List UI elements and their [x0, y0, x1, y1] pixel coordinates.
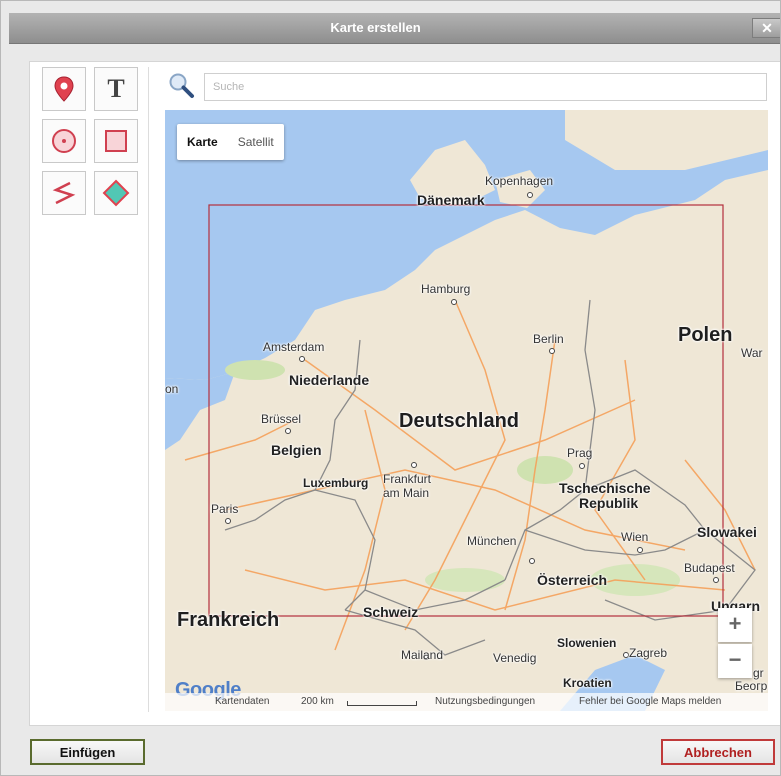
city-dot [299, 356, 305, 362]
city-label: Budapest [684, 561, 735, 575]
country-label: War [741, 346, 763, 360]
country-label: Niederlande [289, 372, 370, 388]
insert-button[interactable]: Einfügen [30, 739, 145, 765]
zoom-in-button[interactable]: + [718, 608, 752, 642]
city-label: Berlin [533, 332, 564, 346]
city-label: Hamburg [421, 282, 471, 296]
city-dot [579, 463, 585, 469]
city-dot [637, 547, 643, 553]
attribution-report-link[interactable]: Fehler bei Google Maps melden [579, 696, 721, 707]
attribution-terms-link[interactable]: Nutzungsbedingungen [435, 696, 535, 707]
country-label: Беогр [735, 679, 768, 693]
text-tool-button[interactable]: T [94, 67, 138, 111]
rectangle-icon [105, 130, 127, 152]
city-label: Mailand [401, 648, 444, 662]
circle-tool-button[interactable] [42, 119, 86, 163]
city-label: Zagreb [629, 646, 668, 660]
city-dot [713, 577, 719, 583]
city-label: Wien [621, 530, 649, 544]
scale-bar [347, 701, 417, 706]
search-input[interactable] [204, 73, 767, 101]
cancel-button[interactable]: Abbrechen [661, 739, 775, 765]
scale-label: 200 km [301, 696, 334, 707]
map-type-map-button[interactable]: Karte [177, 124, 228, 160]
city-dot [285, 428, 291, 434]
country-label: Slowakei [697, 524, 757, 540]
search-icon[interactable] [167, 71, 195, 99]
polygon-icon [102, 179, 130, 207]
country-label: Luxemburg [303, 476, 369, 490]
polygon-tool-button[interactable] [94, 171, 138, 215]
zoom-out-button[interactable]: − [718, 644, 752, 678]
city-dot [451, 299, 457, 305]
close-button[interactable]: ✕ [752, 18, 780, 38]
city-label: Prag [567, 446, 593, 460]
circle-icon [52, 129, 76, 153]
city-label: Brüssel [261, 412, 302, 426]
marker-tool-button[interactable] [42, 67, 86, 111]
country-label: Tschechische [559, 480, 651, 496]
close-icon: ✕ [761, 20, 773, 36]
polyline-icon [52, 181, 76, 205]
city-label: Amsterdam [263, 340, 325, 354]
country-label: Frankreich [177, 609, 280, 631]
map-type-satellite-button[interactable]: Satellit [228, 124, 284, 160]
city-label: München [467, 534, 517, 548]
map-dialog: Karte erstellen ✕ T Suche Karte Satellit… [0, 0, 781, 776]
text-icon: T [107, 74, 125, 103]
country-label: Deutschland [399, 410, 520, 432]
attribution-map-data[interactable]: Kartendaten [215, 696, 270, 707]
city-label: Kopenhagen [485, 174, 554, 188]
country-label: Österreich [537, 572, 608, 588]
map-pin-icon [54, 76, 74, 102]
country-label: Dänemark [417, 192, 485, 208]
country-label: Republik [579, 495, 639, 511]
country-label: Polen [678, 324, 733, 346]
city-dot [529, 558, 535, 564]
city-label: Paris [211, 502, 239, 516]
country-label: Slowenien [557, 636, 617, 650]
drawing-toolbox: T [42, 67, 149, 712]
country-label: gr [753, 666, 764, 680]
polyline-tool-button[interactable] [42, 171, 86, 215]
city-label: am Main [383, 486, 430, 500]
city-dot [549, 348, 555, 354]
country-label: Kroatien [563, 676, 612, 690]
city-dot [527, 192, 533, 198]
map-attribution: Kartendaten 200 km Nutzungsbedingungen F… [165, 693, 768, 711]
country-label: on [165, 382, 179, 396]
city-dot [225, 518, 231, 524]
map-canvas[interactable]: Karte Satellit Kopenhagen Hamburg Berlin… [165, 110, 768, 711]
dialog-title: Karte erstellen [330, 20, 421, 35]
city-dot [411, 462, 417, 468]
rectangle-tool-button[interactable] [94, 119, 138, 163]
country-label: Schweiz [363, 604, 419, 620]
map-type-control: Karte Satellit [177, 124, 284, 160]
dialog-titlebar[interactable]: Karte erstellen ✕ [9, 13, 780, 44]
country-label: Belgien [271, 442, 322, 458]
city-label: Venedig [493, 651, 537, 665]
city-label: Frankfurt [383, 472, 432, 486]
